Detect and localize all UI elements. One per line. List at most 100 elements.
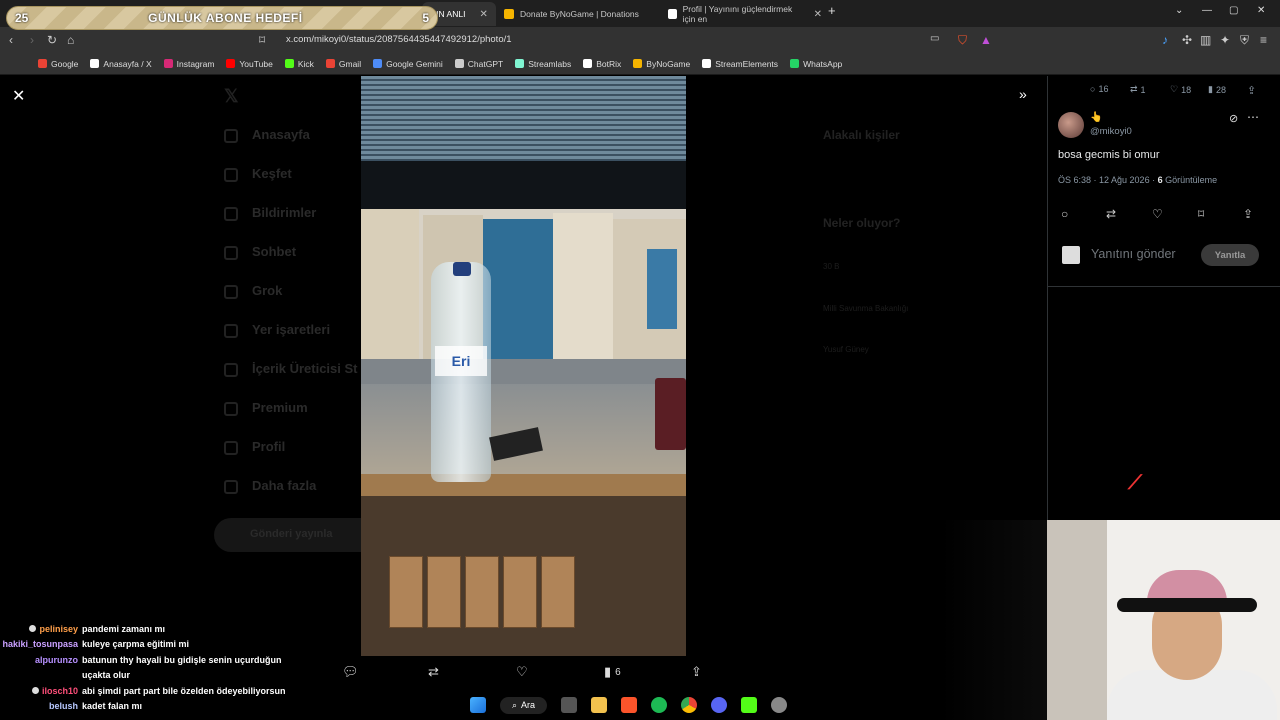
like-icon[interactable]: ♡ [1152,207,1163,221]
repost-icon[interactable]: ⇄ [1106,207,1116,221]
bookmark-item[interactable]: WhatsApp [790,59,842,69]
extensions-icon[interactable]: ✣ [1182,33,1192,47]
repost-stat[interactable]: ⇄ 1 [1130,84,1146,95]
bookmark-item[interactable]: Anasayfa / X [90,59,152,69]
new-tab-button[interactable]: + [828,3,836,18]
grok-icon[interactable]: ⊘ [1229,112,1238,125]
bookmark-item[interactable]: Gmail [325,58,362,69]
reply-stat[interactable]: ○ 16 [1090,84,1108,94]
close-tab-icon[interactable]: ✕ [479,9,487,20]
maximize-icon[interactable]: ▢ [1229,5,1238,16]
spotify-icon[interactable] [651,697,668,713]
obs-icon[interactable] [771,697,788,713]
back-icon[interactable]: ‹ [9,33,13,47]
task-view-icon[interactable] [561,697,578,713]
bookmark-item[interactable]: StreamElements [702,59,778,69]
bookmark-item[interactable]: Google Gemini [373,59,443,69]
repost-icon[interactable]: ⇄ [428,664,439,680]
bookmark-item[interactable]: Streamlabs [515,59,571,69]
bookmark-favicon-icon [325,59,335,68]
like-stat[interactable]: ♡ 18 [1170,84,1191,95]
forward-icon[interactable]: › [30,33,34,47]
photo-slat [465,556,499,628]
photo-blinds [361,76,686,161]
tweet-meta: ÖS 6:38 · 12 Ağu 2026 · 6 Görüntüleme [1058,175,1217,185]
tab-donate[interactable]: Donate ByNoGame | Donations [496,2,656,26]
discord-icon[interactable] [711,697,728,713]
chat-username-text: hakiki_tosunpasa [2,639,78,650]
goal-title: GÜNLÜK ABONE HEDEFİ [148,11,303,25]
share-icon[interactable]: ⇪ [1247,84,1256,97]
bookmark-item[interactable]: Instagram [163,59,214,69]
views-stat[interactable]: ▮ 28 [1208,84,1226,95]
close-tab-icon[interactable]: ✕ [814,9,822,20]
tab-profile[interactable]: Profil | Yayınını güçlendirmek için en ✕ [660,2,830,26]
bookmark-item[interactable]: YouTube [226,59,273,69]
chat-username: hakiki_tosunpasa [0,639,82,649]
display-name[interactable]: 👆 [1090,112,1102,123]
cast-icon[interactable]: ▭ [930,33,939,44]
goal-current: 25 [15,11,29,25]
like-count: 18 [1181,84,1192,95]
webcam-shadow [940,520,1047,720]
bookmark-favicon-icon [373,59,383,68]
vpn-icon[interactable]: ⛨ [1240,33,1249,48]
close-window-icon[interactable]: ✕ [1257,5,1265,16]
bookmark-item[interactable]: BotRix [583,59,621,69]
rewards-icon[interactable]: ▲ [980,33,992,47]
chat-badge-icon [29,624,37,632]
nav-icon [224,324,238,338]
photo-slat [503,556,537,628]
minimize-icon[interactable]: — [1202,5,1212,16]
sidebar-icon[interactable]: ▥ [1200,33,1211,47]
user-handle[interactable]: @mikoyi0 [1090,126,1132,137]
kick-app-icon[interactable] [741,697,758,713]
reply-button[interactable]: Yanıtla [1201,244,1259,266]
nav-icon [224,285,238,299]
windows-start-icon[interactable] [470,697,486,713]
reply-input[interactable]: Yanıtını gönder [1091,247,1176,261]
bookmark-label: Gmail [338,58,362,69]
bookmark-icon[interactable]: ⌑ [259,33,265,47]
taskbar-search[interactable]: ⌕ Ara [500,696,548,714]
tweet-text: bosa gecmis bi omur [1058,149,1160,161]
photo-bottle-label: Eri [435,346,487,376]
chat-username-text: belush [48,701,78,712]
bookmark-item[interactable]: Google [38,59,78,69]
leo-icon[interactable]: ✦ [1220,33,1230,47]
nav-icon [224,246,238,260]
reply-icon[interactable]: ○ [1061,207,1068,221]
brave-shield-icon[interactable]: ⛉ [958,33,967,48]
file-explorer-icon[interactable] [591,697,608,713]
tweet-views-count: 6 [1157,175,1163,185]
share-icon[interactable]: ⇪ [691,664,702,680]
webcam-door [1047,520,1107,720]
bookmark-item[interactable]: ChatGPT [454,59,503,69]
bookmark-item[interactable]: Kick [284,59,314,69]
search-label: Ara [521,700,536,710]
avatar[interactable] [1058,112,1084,138]
nav-icon [224,168,238,182]
brave-browser-icon[interactable] [621,697,638,713]
taskbar: ⌕ Ara [470,692,810,718]
stream-logo-icon: ⟋ [1128,472,1142,494]
tweet-photo[interactable]: Eri [361,76,686,656]
tweet-timestamp[interactable]: ÖS 6:38 · 12 Ağu 2026 · [1058,175,1155,185]
menu-icon[interactable]: ≡ [1260,33,1267,47]
reload-icon[interactable]: ↻ [47,33,57,47]
reply-count: 16 [1098,84,1109,94]
tab-list-icon[interactable]: ⌄ [1175,5,1183,16]
views-stat[interactable]: ▮ 6 [604,664,621,680]
url-field[interactable]: x.com/mikoyi0/status/2087564435447492912… [286,34,512,45]
chrome-icon[interactable] [681,697,698,713]
bookmark-icon[interactable]: ⌑ [1198,207,1204,221]
like-icon[interactable]: ♡ [516,664,528,680]
chat-message: hakiki_tosunpasa kuleye çarpma eğitimi mi [0,637,360,653]
home-icon[interactable]: ⌂ [67,33,74,47]
expand-panel-icon[interactable]: » [1019,86,1027,102]
bookmark-item[interactable]: ByNoGame [633,59,690,69]
share-icon[interactable]: ⇪ [1243,207,1253,221]
more-options-icon[interactable]: ⋯ [1247,110,1259,124]
audio-icon[interactable]: ♪ [1162,33,1168,47]
close-photo-icon[interactable]: ✕ [12,86,25,106]
